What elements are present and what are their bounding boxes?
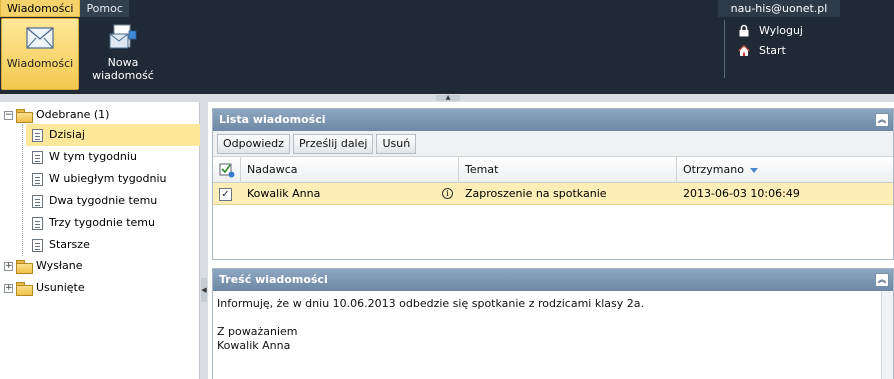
new-message-ribbon-label: Nowa wiadomość (92, 56, 154, 82)
tree-item-three-weeks-ago[interactable]: Trzy tygodnie temu (26, 212, 200, 234)
document-icon (32, 238, 43, 252)
delete-button[interactable]: Usuń (376, 134, 417, 154)
top-actions: Wyloguj Start (724, 20, 803, 78)
tree-item-received-label: Odebrane (1) (36, 108, 110, 121)
row-sender: Kowalik Anna (247, 187, 321, 200)
message-line: Informuję, że w dniu 10.06.2013 odbedzie… (217, 297, 644, 310)
message-list-pane: Lista wiadomości ︽ Odpowiedz Prześlij da… (212, 108, 894, 260)
collapse-toggle-icon[interactable]: − (4, 110, 13, 120)
tree-item-last-week[interactable]: W ubiegłym tygodniu (26, 168, 200, 190)
logout-label: Wyloguj (759, 23, 803, 37)
table-row[interactable]: ✓ Kowalik Anna i Zaproszenie na spotkani… (213, 183, 893, 205)
message-content-title: Treść wiadomości (219, 273, 328, 286)
message-content-pane: Treść wiadomości ︽ Informuję, że w dniu … (212, 268, 894, 379)
message-list-header: Lista wiadomości ︽ (213, 109, 893, 131)
message-content-header: Treść wiadomości ︽ (213, 269, 893, 291)
document-icon (32, 216, 43, 230)
message-list-title: Lista wiadomości (219, 113, 326, 126)
user-email: nau-his@uonet.pl (718, 0, 840, 17)
menu-tab-messages[interactable]: Wiadomości (0, 0, 81, 17)
row-sender-cell: Kowalik Anna i (241, 183, 459, 205)
start-link[interactable]: Start (735, 40, 803, 60)
top-bar: Wiadomości Pomoc nau-his@uonet.pl Wiadom… (0, 0, 894, 94)
new-message-icon (107, 22, 139, 52)
info-icon[interactable]: i (442, 188, 453, 199)
tree-item-deleted[interactable]: + Usunięte (4, 277, 200, 299)
forward-button[interactable]: Prześlij dalej (292, 134, 374, 154)
reply-button[interactable]: Odpowiedz (217, 134, 290, 154)
tree-item-two-weeks-ago-label: Dwa tygodnie temu (49, 194, 158, 207)
folder-icon (16, 260, 33, 274)
tree-item-older-label: Starsze (49, 238, 90, 251)
row-received: 2013-06-03 10:06:49 (683, 187, 800, 200)
tree-item-this-week-label: W tym tygodniu (49, 150, 137, 163)
select-all-column[interactable] (213, 157, 241, 183)
collapse-arrow-left-icon[interactable]: ◀ (201, 278, 207, 302)
message-body: Informuję, że w dniu 10.06.2013 odbedzie… (213, 291, 893, 353)
tree-item-this-week[interactable]: W tym tygodniu (26, 146, 200, 168)
tree-item-three-weeks-ago-label: Trzy tygodnie temu (49, 216, 155, 229)
tree-item-older[interactable]: Starsze (26, 234, 200, 256)
column-subject[interactable]: Temat (459, 157, 677, 183)
menu-tab-help[interactable]: Pomoc (80, 0, 129, 17)
messages-ribbon-label: Wiadomości (6, 57, 74, 70)
open-folder-icon (16, 109, 33, 123)
tree-item-sent[interactable]: + Wysłane (4, 255, 200, 277)
expand-toggle-icon[interactable]: + (4, 261, 13, 271)
tree-item-sent-label: Wysłane (36, 259, 83, 272)
tree-item-deleted-label: Usunięte (36, 281, 85, 294)
tree-item-two-weeks-ago[interactable]: Dwa tygodnie temu (26, 190, 200, 212)
row-checkbox-cell: ✓ (213, 183, 241, 205)
tree-item-today-label: Dzisiaj (49, 128, 85, 141)
home-icon (735, 44, 753, 57)
messages-ribbon-button[interactable]: Wiadomości (1, 18, 79, 90)
left-splitter[interactable]: ◀ (200, 102, 208, 379)
start-label: Start (759, 43, 786, 57)
menu-tabs: Wiadomości Pomoc (0, 0, 129, 17)
document-icon (32, 150, 43, 164)
collapse-arrow-up-icon[interactable]: ▲ (436, 95, 460, 101)
tree-connector (22, 124, 23, 256)
collapse-up-icon[interactable]: ︽ (875, 113, 889, 127)
tree-item-today[interactable]: Dzisiaj (26, 124, 200, 146)
message-line: Z poważaniem (217, 325, 298, 338)
folder-tree: − Odebrane (1) Dzisiaj W tym tygodniu W … (0, 102, 200, 379)
new-message-ribbon-button[interactable]: Nowa wiadomość (84, 18, 162, 90)
column-sender[interactable]: Nadawca (241, 157, 459, 183)
collapse-up-icon[interactable]: ︽ (875, 273, 889, 287)
tree-item-last-week-label: W ubiegłym tygodniu (49, 172, 167, 185)
document-icon (32, 128, 43, 142)
message-toolbar: Odpowiedz Prześlij dalej Usuń (213, 131, 893, 157)
document-icon (32, 194, 43, 208)
document-icon (32, 172, 43, 186)
column-received-label: Otrzymano (683, 163, 744, 176)
sort-desc-icon (749, 167, 758, 173)
message-line (217, 311, 893, 325)
select-all-checkbox-icon[interactable] (219, 162, 235, 178)
row-checkbox[interactable]: ✓ (219, 187, 232, 201)
message-grid-header: Nadawca Temat Otrzymano (213, 157, 893, 183)
scrollbar[interactable] (881, 291, 893, 379)
tree-item-received[interactable]: − Odebrane (1) (4, 104, 200, 126)
folder-icon (16, 282, 33, 296)
logout-link[interactable]: Wyloguj (735, 20, 803, 40)
envelope-icon (24, 23, 56, 53)
row-subject: Zaproszenie na spotkanie (465, 187, 607, 200)
lock-icon (735, 24, 753, 37)
column-received[interactable]: Otrzymano (677, 157, 893, 183)
top-splitter[interactable]: ▲ (0, 94, 894, 102)
message-line: Kowalik Anna (217, 339, 291, 352)
expand-toggle-icon[interactable]: + (4, 283, 13, 293)
